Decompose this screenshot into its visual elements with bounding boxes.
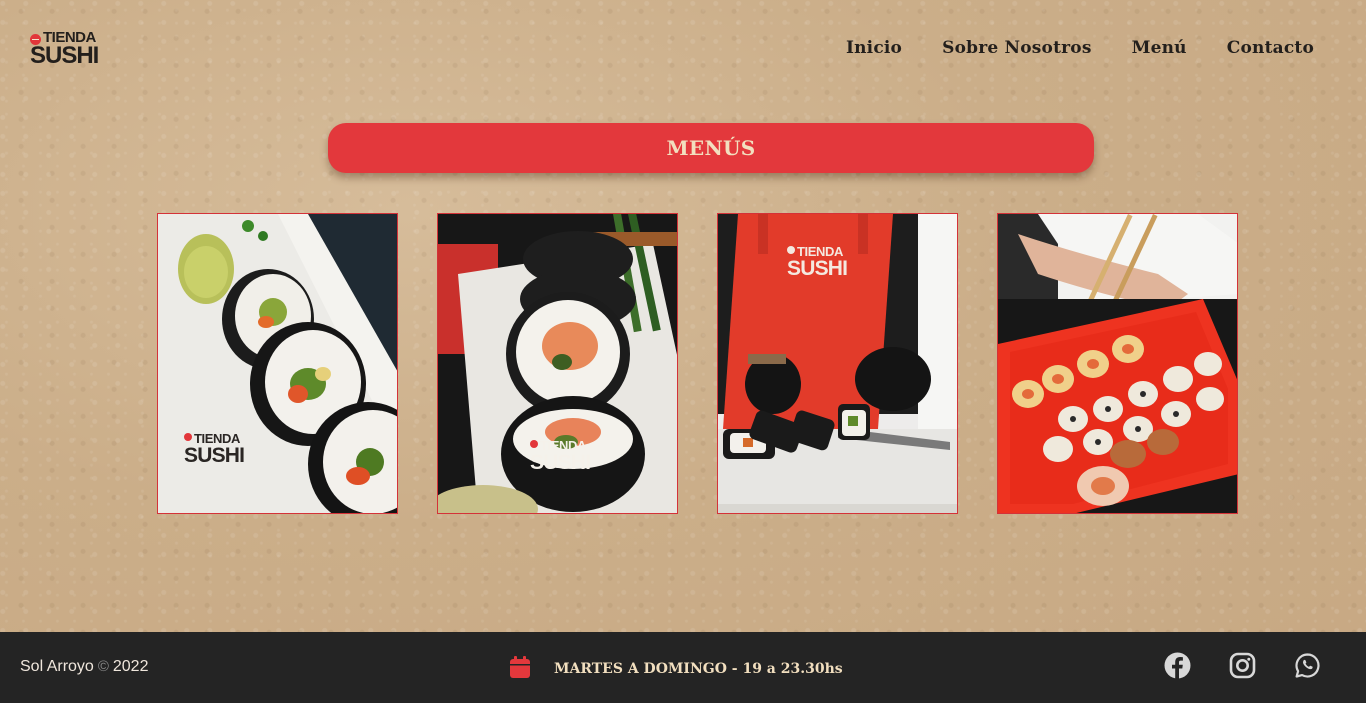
copyright-year: 2022 (112, 658, 149, 675)
opening-hours: MARTES A DOMINGO - 19 a 23.30hs (510, 656, 843, 682)
logo-text-bottom: SUSHI (30, 42, 99, 69)
sushi-tray-image (998, 214, 1237, 513)
hours-text: MARTES A DOMINGO - 19 a 23.30hs (554, 661, 843, 677)
card-watermark: TIENDA SUSHI (787, 245, 848, 280)
card-watermark: TIENDA SUSHI (184, 432, 245, 467)
copyright-icon: © (97, 658, 109, 675)
menu-gallery: TIENDA SUSHI TIENDA SUSHI TIENDA SUSHI (157, 213, 1238, 514)
menu-photo-1[interactable]: TIENDA SUSHI (157, 213, 398, 514)
social-links (1164, 652, 1321, 679)
site-logo[interactable]: TIENDA SUSHI (30, 29, 110, 71)
nav-link-inicio[interactable]: Inicio (846, 38, 902, 58)
calendar-icon (510, 656, 530, 682)
sushi-roll-plate-image (158, 214, 397, 513)
watermark-bottom: SUSHI (530, 451, 591, 474)
menus-banner: MENÚS (328, 123, 1094, 173)
watermark-mark (787, 246, 795, 254)
copyright-author: Sol Arroyo (20, 658, 94, 675)
watermark-bottom: SUSHI (787, 257, 848, 280)
card-watermark: TIENDA SUSHI (530, 439, 591, 474)
nav-link-menu[interactable]: Menú (1132, 38, 1187, 58)
nav-link-contacto[interactable]: Contacto (1227, 38, 1314, 58)
menu-photo-2[interactable]: TIENDA SUSHI (437, 213, 678, 514)
copyright: Sol Arroyo © 2022 (20, 658, 148, 676)
menu-photo-4[interactable] (997, 213, 1238, 514)
watermark-mark (184, 433, 192, 441)
watermark-mark (530, 440, 538, 448)
whatsapp-icon[interactable] (1294, 652, 1321, 679)
site-footer: Sol Arroyo © 2022 MARTES A DOMINGO - 19 a … (0, 632, 1366, 703)
facebook-icon[interactable] (1164, 652, 1191, 679)
menu-photo-3[interactable]: TIENDA SUSHI (717, 213, 958, 514)
nav-link-sobre-nosotros[interactable]: Sobre Nosotros (942, 38, 1092, 58)
banner-title: MENÚS (666, 136, 756, 160)
main-nav: Inicio Sobre Nosotros Menú Contacto (846, 38, 1314, 58)
watermark-bottom: SUSHI (184, 444, 245, 467)
site-header: TIENDA SUSHI Inicio Sobre Nosotros Menú … (0, 0, 1366, 100)
instagram-icon[interactable] (1229, 652, 1256, 679)
